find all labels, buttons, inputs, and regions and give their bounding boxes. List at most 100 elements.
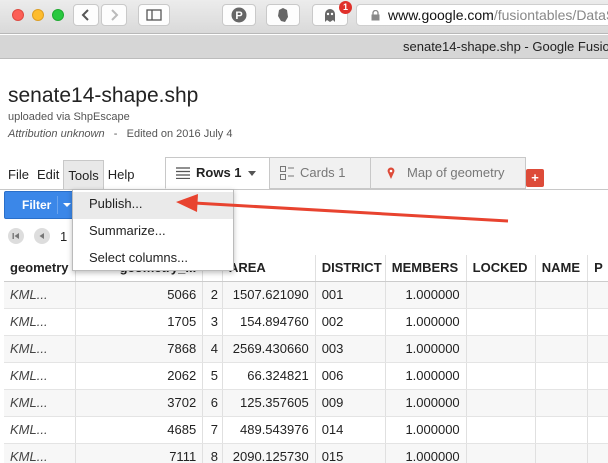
- table-cell[interactable]: KML...: [4, 282, 77, 308]
- table-cell[interactable]: [536, 417, 589, 443]
- table-cell[interactable]: 66.324821: [223, 363, 316, 389]
- table-cell[interactable]: 125.357605: [223, 390, 316, 416]
- table-cell[interactable]: 4: [203, 336, 223, 362]
- evernote-extension-button[interactable]: [266, 4, 300, 26]
- forward-button[interactable]: [101, 4, 127, 26]
- table-cell[interactable]: 2062: [76, 363, 204, 389]
- table-cell[interactable]: 1.000000: [386, 363, 467, 389]
- table-cell[interactable]: 1.000000: [386, 282, 467, 308]
- table-cell[interactable]: 014: [316, 417, 386, 443]
- table-cell[interactable]: 2090.125730: [223, 444, 316, 463]
- table-cell[interactable]: 009: [316, 390, 386, 416]
- table-cell[interactable]: KML...: [4, 444, 77, 463]
- table-cell[interactable]: 001: [316, 282, 386, 308]
- table-cell[interactable]: [588, 282, 608, 308]
- table-cell[interactable]: 6: [203, 390, 223, 416]
- table-cell[interactable]: 003: [316, 336, 386, 362]
- table-row[interactable]: KML... 5066 2 1507.621090 001 1.000000: [4, 282, 608, 309]
- table-cell[interactable]: [467, 282, 536, 308]
- table-cell[interactable]: 7868: [76, 336, 204, 362]
- address-bar[interactable]: www.google.com/fusiontables/DataSo: [356, 4, 608, 26]
- table-cell[interactable]: 1.000000: [386, 309, 467, 335]
- table-cell[interactable]: 8: [203, 444, 223, 463]
- table-row[interactable]: KML... 1705 3 154.894760 002 1.000000: [4, 309, 608, 336]
- table-cell[interactable]: KML...: [4, 336, 77, 362]
- table-cell[interactable]: 1.000000: [386, 444, 467, 463]
- sidebar-toggle-button[interactable]: [138, 4, 170, 26]
- table-cell[interactable]: 015: [316, 444, 386, 463]
- table-cell[interactable]: 5: [203, 363, 223, 389]
- table-row[interactable]: KML... 4685 7 489.543976 014 1.000000: [4, 417, 608, 444]
- table-cell[interactable]: [588, 309, 608, 335]
- table-cell[interactable]: 7: [203, 417, 223, 443]
- table-row[interactable]: KML... 7111 8 2090.125730 015 1.000000: [4, 444, 608, 463]
- table-cell[interactable]: [536, 336, 589, 362]
- menu-item-publish[interactable]: Publish...: [73, 192, 233, 219]
- add-tab-button[interactable]: +: [526, 169, 544, 187]
- column-header[interactable]: DISTRICT: [316, 255, 386, 281]
- table-row[interactable]: KML... 7868 4 2569.430660 003 1.000000: [4, 336, 608, 363]
- table-cell[interactable]: 1507.621090: [223, 282, 316, 308]
- menu-item-select-columns[interactable]: Select columns...: [73, 246, 233, 273]
- menu-help[interactable]: Help: [104, 160, 139, 190]
- table-cell[interactable]: 7111: [76, 444, 204, 463]
- table-cell[interactable]: [536, 390, 589, 416]
- table-cell[interactable]: [467, 390, 536, 416]
- table-cell[interactable]: [467, 363, 536, 389]
- tab-rows[interactable]: Rows 1: [165, 157, 270, 189]
- menu-file[interactable]: File: [4, 160, 33, 190]
- table-cell[interactable]: 4685: [76, 417, 204, 443]
- table-cell[interactable]: 006: [316, 363, 386, 389]
- table-row[interactable]: KML... 2062 5 66.324821 006 1.000000: [4, 363, 608, 390]
- first-page-button[interactable]: [8, 228, 24, 244]
- table-cell[interactable]: KML...: [4, 390, 77, 416]
- column-header[interactable]: LOCKED: [467, 255, 536, 281]
- column-header[interactable]: P: [588, 255, 608, 281]
- minimize-window-button[interactable]: [32, 9, 44, 21]
- table-cell[interactable]: 3: [203, 309, 223, 335]
- menu-item-summarize[interactable]: Summarize...: [73, 219, 233, 246]
- table-cell[interactable]: [536, 282, 589, 308]
- table-cell[interactable]: [588, 417, 608, 443]
- tab-cards[interactable]: Cards 1: [269, 157, 371, 189]
- table-cell[interactable]: [588, 444, 608, 463]
- table-cell[interactable]: 154.894760: [223, 309, 316, 335]
- table-cell[interactable]: [467, 444, 536, 463]
- table-cell[interactable]: [536, 444, 589, 463]
- table-cell[interactable]: [588, 336, 608, 362]
- menu-tools[interactable]: Tools: [63, 160, 104, 190]
- back-button[interactable]: [73, 4, 99, 26]
- table-cell[interactable]: 2: [203, 282, 223, 308]
- table-cell[interactable]: KML...: [4, 363, 77, 389]
- filter-button[interactable]: Filter: [4, 191, 76, 219]
- pinterest-extension-button[interactable]: P: [222, 4, 256, 26]
- table-cell[interactable]: 5066: [76, 282, 204, 308]
- table-row[interactable]: KML... 3702 6 125.357605 009 1.000000: [4, 390, 608, 417]
- table-cell[interactable]: [536, 363, 589, 389]
- table-cell[interactable]: 489.543976: [223, 417, 316, 443]
- prev-page-button[interactable]: [34, 228, 50, 244]
- column-header[interactable]: NAME: [536, 255, 589, 281]
- column-header[interactable]: AREA: [223, 255, 316, 281]
- close-window-button[interactable]: [12, 9, 24, 21]
- table-cell[interactable]: 1.000000: [386, 390, 467, 416]
- table-cell[interactable]: KML...: [4, 417, 77, 443]
- table-cell[interactable]: [467, 417, 536, 443]
- table-cell[interactable]: 1.000000: [386, 336, 467, 362]
- table-cell[interactable]: KML...: [4, 309, 77, 335]
- table-cell[interactable]: [588, 390, 608, 416]
- table-cell[interactable]: [467, 309, 536, 335]
- browser-tab[interactable]: senate14-shape.shp - Google Fusion T: [0, 35, 608, 59]
- table-cell[interactable]: 2569.430660: [223, 336, 316, 362]
- menu-edit[interactable]: Edit: [33, 160, 63, 190]
- table-cell[interactable]: [536, 309, 589, 335]
- table-cell[interactable]: 1.000000: [386, 417, 467, 443]
- table-cell[interactable]: [467, 336, 536, 362]
- column-header[interactable]: geometry: [4, 255, 77, 281]
- table-cell[interactable]: 1705: [76, 309, 204, 335]
- table-cell[interactable]: [588, 363, 608, 389]
- tab-map[interactable]: Map of geometry: [370, 157, 526, 189]
- table-cell[interactable]: 3702: [76, 390, 204, 416]
- zoom-window-button[interactable]: [52, 9, 64, 21]
- table-cell[interactable]: 002: [316, 309, 386, 335]
